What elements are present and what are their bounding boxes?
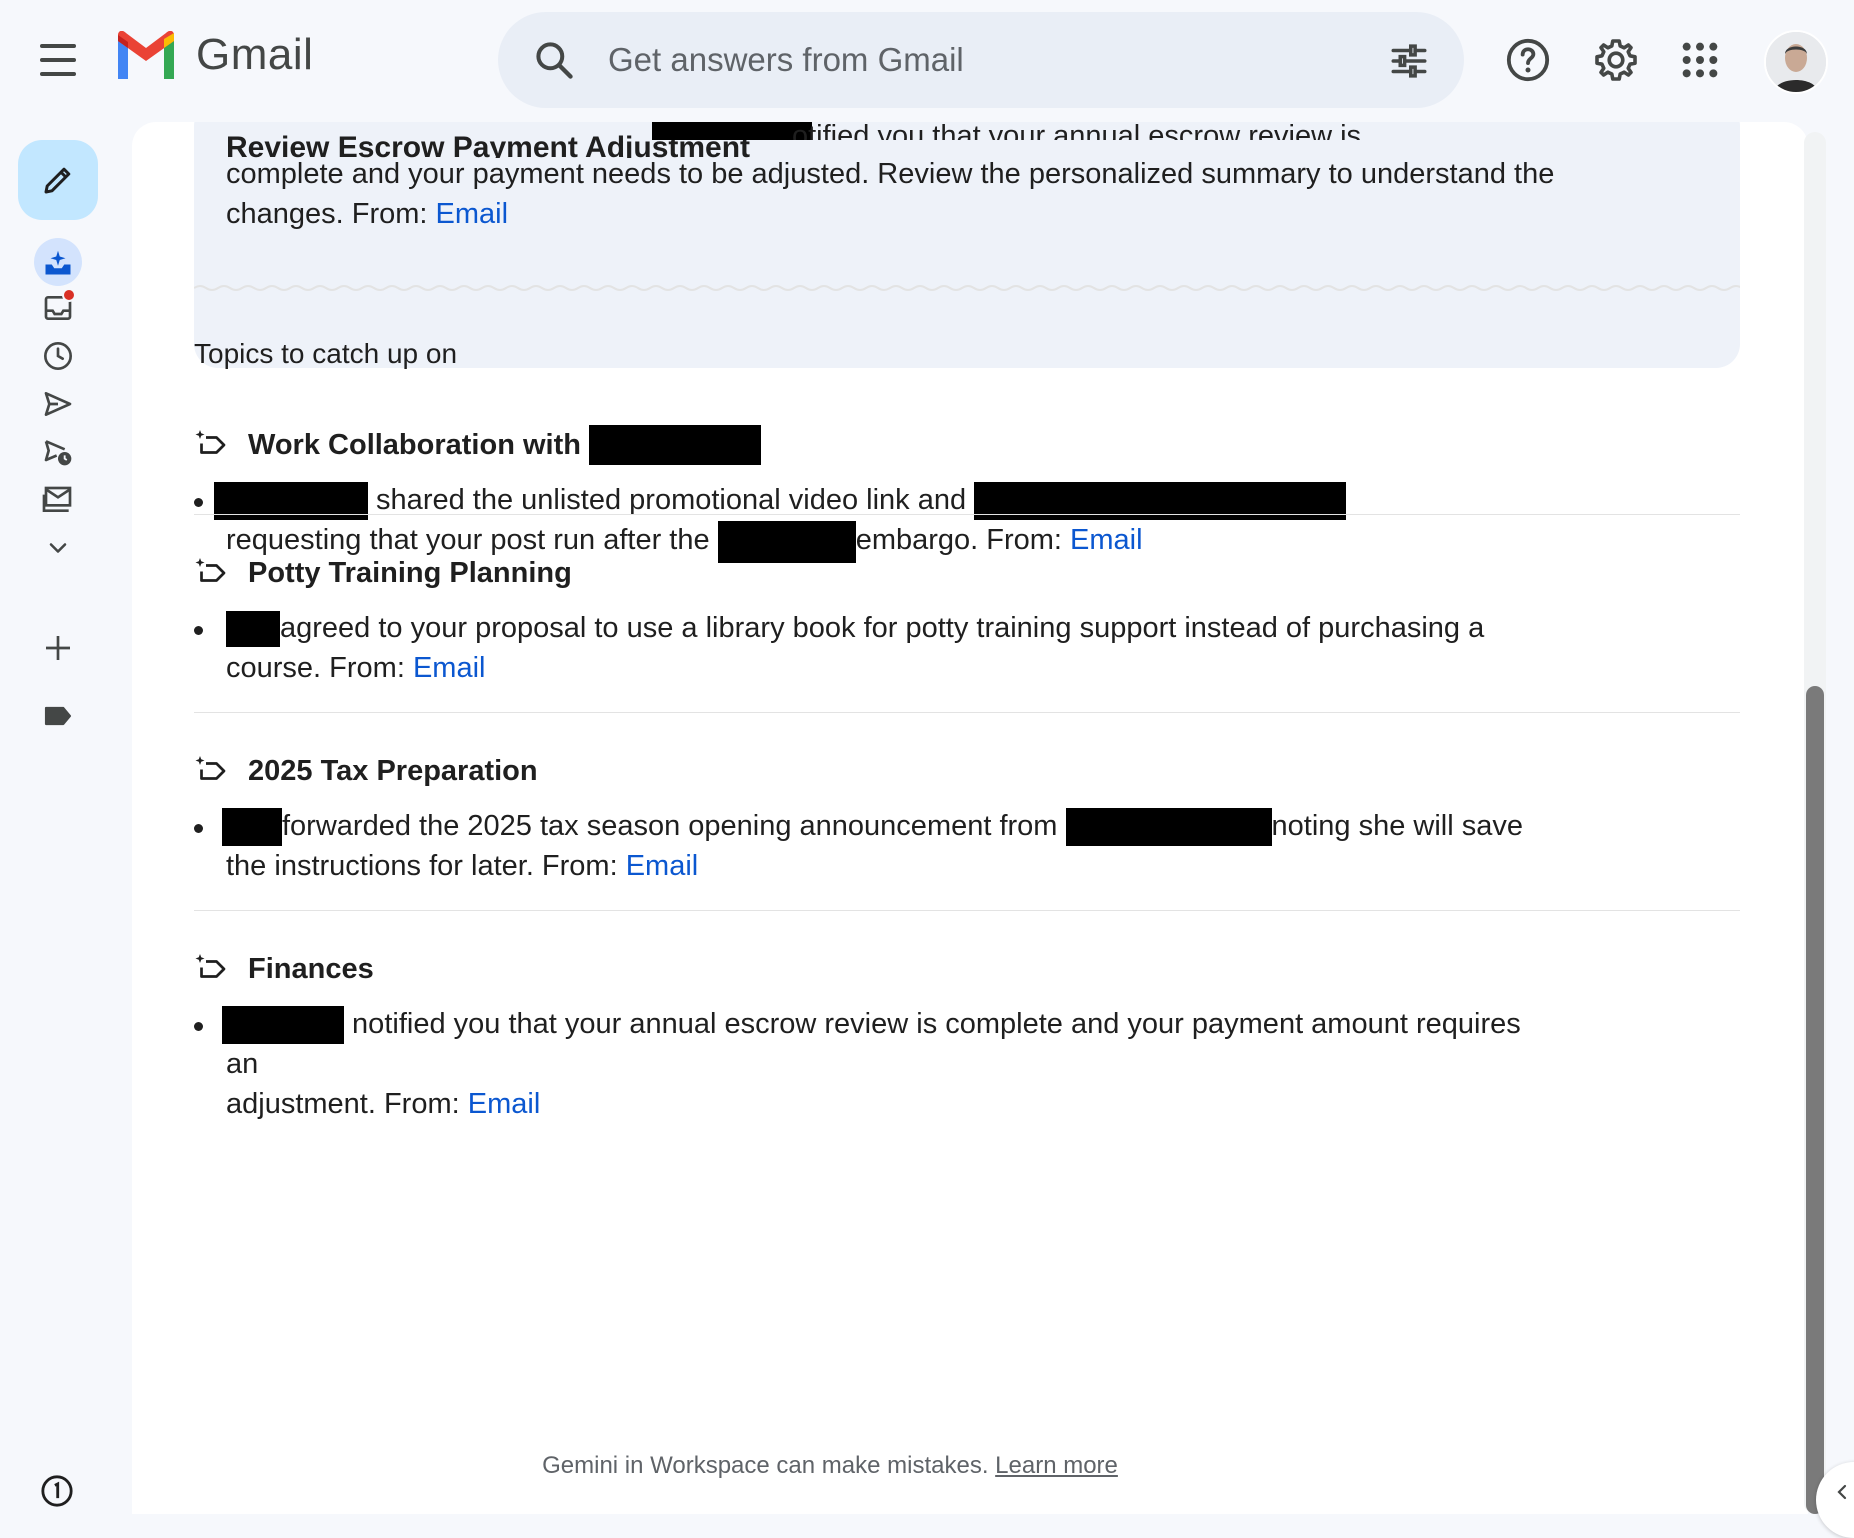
clock-icon	[44, 342, 72, 370]
compose-button[interactable]	[18, 140, 98, 220]
redacted-name	[588, 425, 761, 465]
all-mail-icon	[42, 486, 72, 512]
menu-line	[40, 44, 76, 48]
topic-summary: agreed to your proposal to use a library…	[194, 608, 1554, 688]
gmail-wordmark: Gmail	[196, 30, 314, 79]
topic-text: the instructions for later. From:	[226, 850, 626, 883]
gemini-disclaimer: Gemini in Workspace can make mistakes. L…	[132, 1452, 1668, 1480]
summary-text-line-3: changes. From: Email	[226, 194, 1708, 234]
topic-text: notified you that your annual escrow rev…	[226, 1008, 1521, 1081]
redacted-name	[652, 122, 812, 140]
topic-summary: notified you that your annual escrow rev…	[194, 1004, 1554, 1124]
topic-potty-training: Potty Training Planning agreed to your p…	[194, 550, 1740, 688]
all-mail-nav-item[interactable]	[30, 476, 86, 524]
scheduled-nav-item[interactable]	[30, 428, 86, 476]
topic-work-collaboration: Work Collaboration with shared the unlis…	[194, 422, 1740, 563]
summary-panel: Review Escrow Payment Adjustment complet…	[132, 122, 1808, 1514]
unread-badge	[62, 288, 76, 302]
label-nav-item[interactable]	[30, 692, 86, 740]
apps-grid-icon	[1682, 42, 1718, 78]
redacted-name	[222, 808, 282, 847]
topic-title: Work Collaboration with	[248, 428, 581, 461]
redacted-name	[222, 1006, 344, 1045]
topic-divider	[194, 514, 1740, 515]
gmail-logo[interactable]: Gmail	[114, 30, 313, 80]
email-source-link[interactable]: Email	[468, 1088, 541, 1120]
topic-header: Work Collaboration with	[194, 422, 1740, 468]
apps-button[interactable]	[1670, 30, 1730, 90]
search-icon[interactable]	[532, 38, 576, 82]
topic-title: 2025 Tax Preparation	[248, 754, 538, 787]
topic-divider	[194, 910, 1740, 911]
topic-header: Finances	[194, 946, 1740, 992]
summary-text-3: changes. From:	[226, 198, 436, 230]
info-badge-icon[interactable]	[40, 1474, 74, 1508]
scheduled-send-icon	[44, 440, 72, 466]
topic-text: forwarded the 2025 tax season opening an…	[282, 810, 1066, 842]
inbox-nav-item[interactable]	[30, 284, 86, 332]
menu-line	[40, 58, 76, 62]
topic-sparkle-icon	[195, 954, 226, 978]
topics-section-title: Topics to catch up on	[194, 338, 458, 369]
topic-text: agreed to your proposal to use a library…	[280, 612, 1485, 644]
chevron-left-icon	[1837, 1484, 1847, 1500]
email-source-link[interactable]: Email	[626, 850, 699, 882]
topic-text: shared the unlisted promotional video li…	[368, 484, 975, 516]
learn-more-link[interactable]: Learn more	[995, 1452, 1118, 1479]
topic-title: Potty Training Planning	[248, 556, 572, 589]
avatar-image	[1766, 32, 1826, 92]
topic-sparkle-icon	[195, 756, 226, 780]
topic-summary: forwarded the 2025 tax season opening an…	[194, 806, 1554, 886]
topic-text: noting she will save	[1271, 810, 1524, 842]
inbox-sparkle-icon	[45, 250, 71, 275]
summary-clipped-line: otified you that your annual escrow revi…	[792, 122, 1361, 140]
label-icon	[44, 706, 72, 726]
search-bar	[498, 12, 1464, 108]
topic-tax-preparation: 2025 Tax Preparation forwarded the 2025 …	[194, 748, 1740, 886]
email-source-link[interactable]: Email	[413, 652, 486, 684]
pencil-icon	[44, 167, 71, 194]
navigation-rail	[0, 122, 130, 1514]
disclaimer-text: Gemini in Workspace can make mistakes.	[542, 1452, 996, 1479]
account-avatar[interactable]	[1764, 30, 1828, 94]
redacted-name	[1065, 808, 1272, 847]
help-button[interactable]	[1498, 30, 1558, 90]
summary-nav-item[interactable]	[34, 238, 82, 286]
topic-divider	[194, 712, 1740, 713]
search-input[interactable]	[608, 34, 1348, 86]
topic-header: 2025 Tax Preparation	[194, 748, 1740, 794]
topic-text: course. From:	[226, 652, 413, 684]
search-options-icon[interactable]	[1388, 40, 1430, 82]
summary-text-line-2: complete and your payment needs to be ad…	[226, 154, 1708, 194]
scrollbar-thumb[interactable]	[1806, 686, 1824, 1514]
email-source-link[interactable]: Email	[436, 198, 509, 230]
chevron-down-icon	[49, 543, 67, 553]
gmail-m-icon	[118, 31, 174, 79]
sent-nav-item[interactable]	[30, 380, 86, 428]
top-bar: Gmail	[0, 0, 1854, 122]
more-nav-item[interactable]	[30, 524, 86, 572]
topic-text: adjustment. From:	[226, 1088, 468, 1121]
snoozed-nav-item[interactable]	[30, 332, 86, 380]
topic-header: Potty Training Planning	[194, 550, 1740, 596]
topic-title: Finances	[248, 952, 374, 985]
gear-icon	[1595, 39, 1637, 81]
topic-sparkle-icon	[195, 558, 226, 582]
topic-sparkle-icon	[195, 430, 226, 454]
help-icon	[1506, 38, 1550, 82]
create-label-button[interactable]	[30, 624, 86, 672]
summary-text-2: complete and your payment needs to be ad…	[226, 158, 1555, 190]
send-icon	[44, 392, 72, 416]
settings-button[interactable]	[1586, 30, 1646, 90]
summary-text-1: otified you that your annual escrow revi…	[792, 122, 1362, 140]
plus-icon	[46, 636, 70, 660]
main-menu-button[interactable]	[30, 38, 86, 82]
redacted-name	[226, 611, 280, 648]
topic-finances: Finances notified you that your annual e…	[194, 946, 1740, 1124]
wavy-divider	[194, 285, 1740, 291]
priority-summary-card: Review Escrow Payment Adjustment complet…	[194, 122, 1740, 368]
menu-line	[40, 72, 76, 76]
